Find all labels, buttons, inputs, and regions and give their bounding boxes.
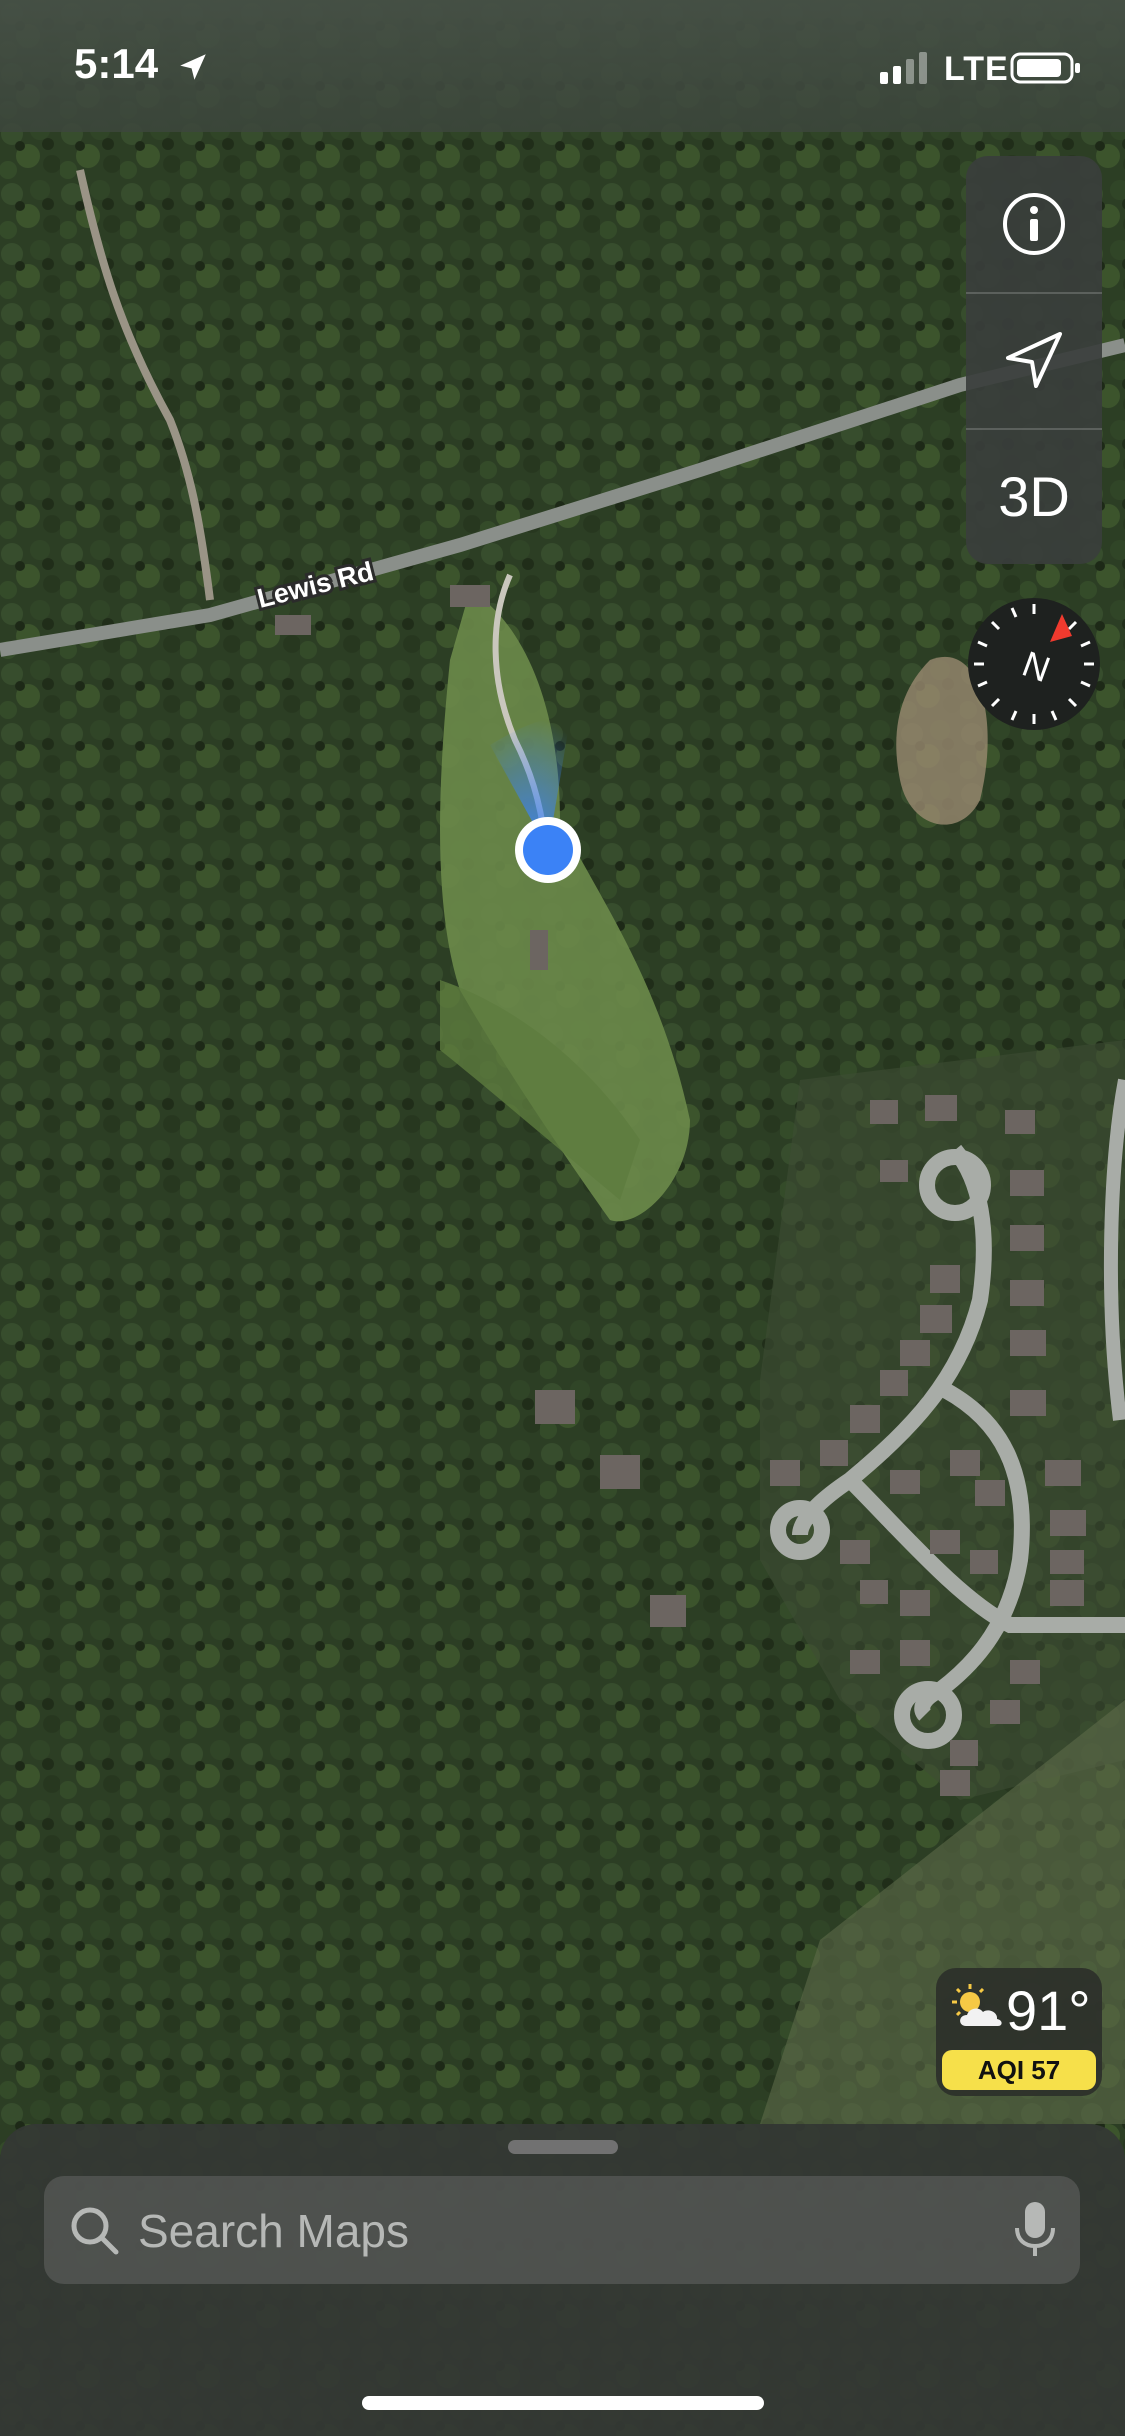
search-sheet[interactable] xyxy=(0,2124,1125,2436)
user-location-dot[interactable] xyxy=(523,825,573,875)
search-input[interactable] xyxy=(136,2196,990,2266)
partly-sunny-icon xyxy=(952,1984,1002,2026)
3d-button[interactable]: 3D xyxy=(966,428,1102,564)
info-button[interactable] xyxy=(966,156,1102,292)
location-arrow-icon xyxy=(180,54,206,80)
weather-widget[interactable]: 91° AQI 57 xyxy=(936,1968,1102,2096)
cellular-signal-icon xyxy=(880,52,927,84)
location-arrow-icon xyxy=(1006,332,1062,388)
carrier-label: LTE xyxy=(944,50,1009,88)
aqi-badge: AQI 57 xyxy=(942,2050,1096,2090)
status-time: 5:14 xyxy=(74,40,159,87)
map-controls: 3D xyxy=(966,156,1102,564)
microphone-icon[interactable] xyxy=(1008,2198,1062,2262)
temperature-label: 91° xyxy=(1006,1979,1091,2042)
search-bar[interactable] xyxy=(44,2176,1080,2284)
home-indicator[interactable] xyxy=(362,2396,764,2410)
3d-label: 3D xyxy=(998,464,1070,528)
track-location-button[interactable] xyxy=(966,292,1102,428)
info-icon xyxy=(1003,193,1065,255)
battery-icon xyxy=(1010,52,1080,84)
search-icon xyxy=(71,2207,119,2255)
sheet-grabber[interactable] xyxy=(508,2140,618,2154)
status-bar: 5:14 LTE xyxy=(0,0,1125,132)
compass-icon[interactable]: N xyxy=(966,596,1102,732)
